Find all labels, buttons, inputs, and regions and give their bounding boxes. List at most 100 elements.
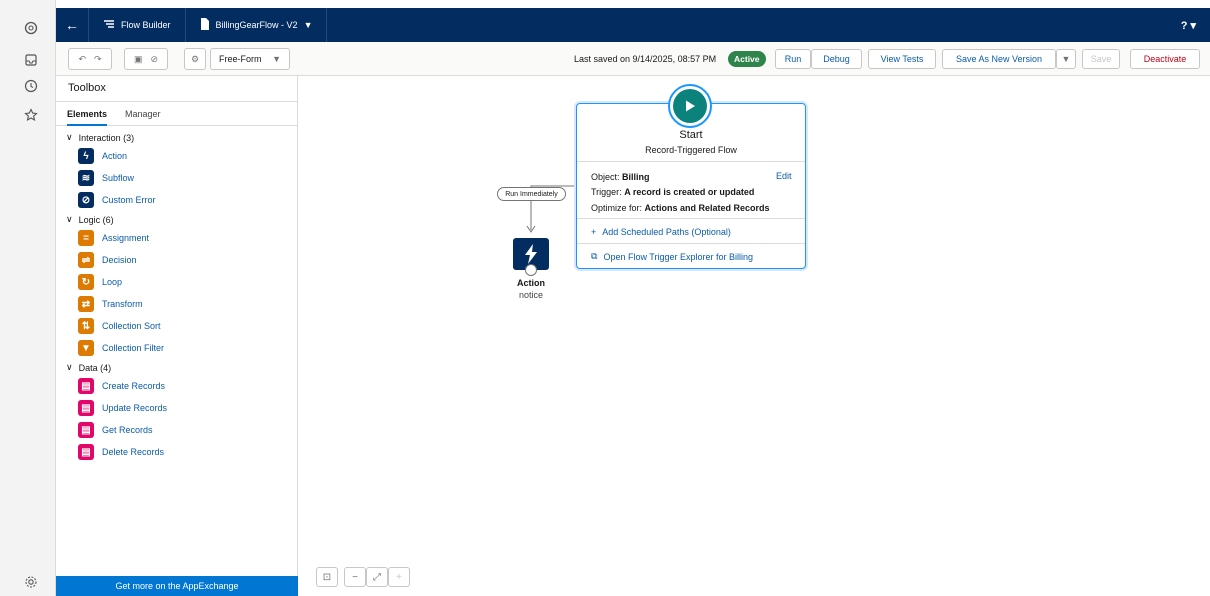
element-label: Delete Records xyxy=(102,447,165,457)
add-scheduled-paths-link[interactable]: + Add Scheduled Paths (Optional) xyxy=(591,227,731,237)
toolbox-title: Toolbox xyxy=(56,76,297,102)
action-node-label: Action xyxy=(517,278,545,288)
section-logic-label: Logic (6) xyxy=(78,214,114,225)
record-get-icon: ▤ xyxy=(78,422,94,438)
element-label: Loop xyxy=(102,277,123,287)
element-action[interactable]: ϟ Action xyxy=(78,148,127,164)
element-update-records[interactable]: ▤ Update Records xyxy=(78,400,167,416)
flow-builder-app: ← Flow Builder BillingGearFlow - V2 ▼ ? … xyxy=(0,0,1210,596)
section-logic[interactable]: ∨ Logic (6) xyxy=(66,214,114,225)
copy-icon[interactable]: ▣ xyxy=(134,54,143,65)
element-subflow[interactable]: ≋ Subflow xyxy=(78,170,134,186)
redo-icon[interactable]: ↷ xyxy=(94,54,102,65)
canvas-mode-select[interactable]: Free-Form ▼ xyxy=(210,48,290,70)
chevron-down-icon: ∨ xyxy=(66,214,73,224)
record-create-icon: ▤ xyxy=(78,378,94,394)
lightning-bolt-icon: ϟ xyxy=(78,148,94,164)
section-interaction[interactable]: ∨ Interaction (3) xyxy=(66,132,134,143)
decision-icon: ⇌ xyxy=(78,252,94,268)
chevron-down-icon[interactable]: ▼ xyxy=(304,20,313,30)
divider xyxy=(326,8,328,42)
start-node[interactable] xyxy=(668,84,712,128)
loop-icon: ↻ xyxy=(78,274,94,290)
subflow-icon: ≋ xyxy=(78,170,94,186)
element-transform[interactable]: ⇄ Transform xyxy=(78,296,143,312)
save-as-new-version-button[interactable]: Save As New Version xyxy=(942,49,1056,69)
start-trigger-row: Trigger: A record is created or updated xyxy=(591,187,755,197)
element-collection-filter[interactable]: ▼ Collection Filter xyxy=(78,340,164,356)
openai-logo-icon[interactable] xyxy=(23,20,39,36)
element-label: Assignment xyxy=(102,233,150,243)
zoom-in-icon[interactable]: + xyxy=(388,567,410,587)
assignment-equals-icon: = xyxy=(78,230,94,246)
filter-funnel-icon: ▼ xyxy=(78,340,94,356)
star-icon[interactable] xyxy=(23,107,39,123)
action-node-sublabel: notice xyxy=(518,290,544,300)
no-entry-icon[interactable]: ⊘ xyxy=(150,54,158,65)
section-interaction-label: Interaction (3) xyxy=(78,132,135,143)
flow-builder-tab[interactable]: Flow Builder xyxy=(89,8,185,42)
flow-builder-icon xyxy=(103,18,115,32)
fit-view-icon[interactable]: ⊡ xyxy=(316,567,338,587)
section-data[interactable]: ∨ Data (4) xyxy=(66,362,111,373)
element-collection-sort[interactable]: ⇅ Collection Sort xyxy=(78,318,161,334)
lightning-bolt-icon xyxy=(525,244,537,264)
section-data-label: Data (4) xyxy=(78,362,112,373)
clock-history-icon[interactable] xyxy=(23,78,39,94)
action-connector-dot[interactable] xyxy=(525,264,537,276)
element-assignment[interactable]: = Assignment xyxy=(78,230,149,246)
element-create-records[interactable]: ▤ Create Records xyxy=(78,378,165,394)
start-object-row: Object: Billing xyxy=(591,172,650,182)
divider xyxy=(577,161,805,162)
record-delete-icon: ▤ xyxy=(78,444,94,460)
toolbox-panel: Toolbox Elements Manager ∨ Interaction (… xyxy=(56,76,298,596)
element-label: Subflow xyxy=(102,173,135,183)
back-arrow-icon[interactable]: ← xyxy=(56,17,88,33)
tab-elements[interactable]: Elements xyxy=(67,102,108,126)
debug-button[interactable]: Debug xyxy=(811,49,862,69)
inbox-tray-icon[interactable] xyxy=(23,52,39,68)
undo-icon[interactable]: ↶ xyxy=(78,54,86,65)
element-label: Custom Error xyxy=(102,195,156,205)
start-trigger-value: A record is created or updated xyxy=(624,187,755,197)
expand-icon[interactable]: ⤢ xyxy=(366,567,388,587)
sort-arrows-icon: ⇅ xyxy=(78,318,94,334)
element-label: Decision xyxy=(102,255,137,265)
plus-icon: + xyxy=(591,227,597,237)
element-get-records[interactable]: ▤ Get Records xyxy=(78,422,153,438)
element-label: Get Records xyxy=(102,425,153,435)
chevron-down-icon: ▼ xyxy=(272,54,281,64)
document-icon xyxy=(200,18,210,32)
view-tests-button[interactable]: View Tests xyxy=(868,49,936,69)
save-options-chevron-icon[interactable]: ▼ xyxy=(1056,49,1076,69)
appexchange-link[interactable]: Get more on the AppExchange xyxy=(56,576,298,596)
edit-start-link[interactable]: Edit xyxy=(776,171,792,181)
transform-icon: ⇄ xyxy=(78,296,94,312)
left-rail xyxy=(0,0,56,596)
element-label: Collection Sort xyxy=(102,321,161,331)
element-decision[interactable]: ⇌ Decision xyxy=(78,252,137,268)
element-label: Transform xyxy=(102,299,143,309)
flow-properties-gear-icon[interactable]: ⚙ xyxy=(184,48,206,70)
element-label: Collection Filter xyxy=(102,343,165,353)
run-immediately-path-label[interactable]: Run Immediately xyxy=(497,187,566,201)
element-custom-error[interactable]: ⊘ Custom Error xyxy=(78,192,156,208)
help-menu-button[interactable]: ? ▾ xyxy=(1181,19,1196,32)
start-title: Start xyxy=(679,129,703,141)
deactivate-button[interactable]: Deactivate xyxy=(1130,49,1200,69)
open-trigger-explorer-link[interactable]: ⧉ Open Flow Trigger Explorer for Billing xyxy=(591,251,753,262)
record-update-icon: ▤ xyxy=(78,400,94,416)
external-link-icon: ⧉ xyxy=(591,251,598,261)
element-loop[interactable]: ↻ Loop xyxy=(78,274,122,290)
settings-gear-icon[interactable] xyxy=(23,574,39,590)
canvas-mode-value: Free-Form xyxy=(219,54,262,64)
builder-toolbar: ↶ ↷ ▣ ⊘ ⚙ Free-Form ▼ Last saved on 9/14… xyxy=(56,42,1210,76)
no-entry-icon: ⊘ xyxy=(78,192,94,208)
flow-version-tab[interactable]: BillingGearFlow - V2 ▼ xyxy=(185,8,327,42)
tab-manager[interactable]: Manager xyxy=(125,102,161,126)
toolbox-tabs: Elements Manager xyxy=(56,102,297,126)
run-button[interactable]: Run xyxy=(775,49,811,69)
element-delete-records[interactable]: ▤ Delete Records xyxy=(78,444,164,460)
zoom-out-icon[interactable]: − xyxy=(344,567,366,587)
save-button[interactable]: Save xyxy=(1082,49,1120,69)
